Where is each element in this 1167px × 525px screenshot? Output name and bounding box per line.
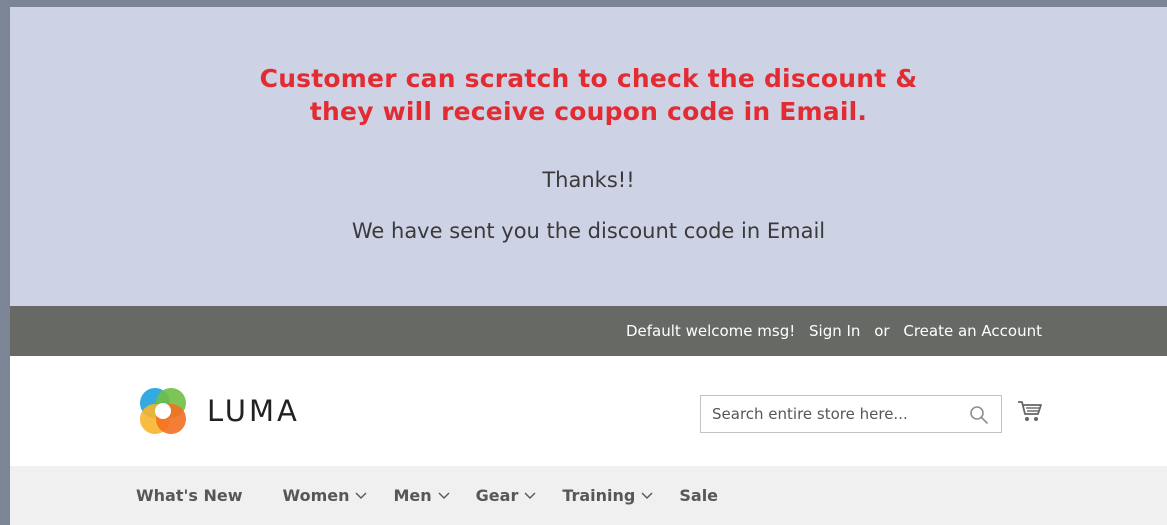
- annotation-line-1: Customer can scratch to check the discou…: [259, 64, 918, 93]
- chevron-down-icon: [438, 492, 450, 499]
- chevron-down-icon: [641, 492, 653, 499]
- nav-item-men[interactable]: Men: [393, 486, 450, 505]
- nav-label: Gear: [475, 486, 519, 505]
- nav-label: Training: [562, 486, 636, 505]
- header-links: Default welcome msg! Sign In or Create a…: [626, 322, 1042, 340]
- site-header: LUMA: [10, 356, 1167, 466]
- discount-sent-message: We have sent you the discount code in Em…: [351, 219, 826, 243]
- chevron-down-icon: [524, 492, 536, 499]
- chevron-down-icon: [355, 492, 367, 499]
- utility-bar: Default welcome msg! Sign In or Create a…: [10, 306, 1167, 356]
- nav-item-sale[interactable]: Sale: [679, 486, 718, 505]
- nav-label: Men: [393, 486, 432, 505]
- nav-item-women[interactable]: Women: [283, 486, 368, 505]
- create-account-link[interactable]: Create an Account: [903, 322, 1042, 340]
- thanks-text: Thanks!!: [542, 168, 635, 192]
- page-frame: Customer can scratch to check the discou…: [0, 0, 1167, 525]
- nav-item-training[interactable]: Training: [562, 486, 653, 505]
- nav-label: Women: [282, 486, 350, 505]
- nav-label: Sale: [679, 486, 719, 505]
- welcome-message: Default welcome msg!: [626, 322, 796, 340]
- search-icon[interactable]: [969, 405, 989, 425]
- sign-in-link[interactable]: Sign In: [809, 322, 860, 340]
- cart-icon[interactable]: [1016, 397, 1044, 425]
- main-navigation: What's New Women Men Gear Training Sale: [10, 466, 1167, 525]
- nav-list: What's New Women Men Gear Training Sale: [136, 486, 744, 505]
- nav-label: What's New: [136, 486, 243, 505]
- search-box: [700, 395, 1002, 433]
- nav-item-whats-new[interactable]: What's New: [136, 486, 243, 505]
- promo-banner: Customer can scratch to check the discou…: [10, 7, 1167, 306]
- search-input[interactable]: [701, 396, 963, 432]
- nav-item-gear[interactable]: Gear: [476, 486, 537, 505]
- luma-logo-icon: [140, 388, 186, 434]
- logo-text: LUMA: [207, 394, 300, 428]
- store-logo[interactable]: LUMA: [136, 384, 300, 438]
- annotation-line-2: they will receive coupon code in Email.: [309, 97, 868, 126]
- or-separator: or: [874, 322, 890, 340]
- annotation-text: Customer can scratch to check the discou…: [10, 62, 1167, 128]
